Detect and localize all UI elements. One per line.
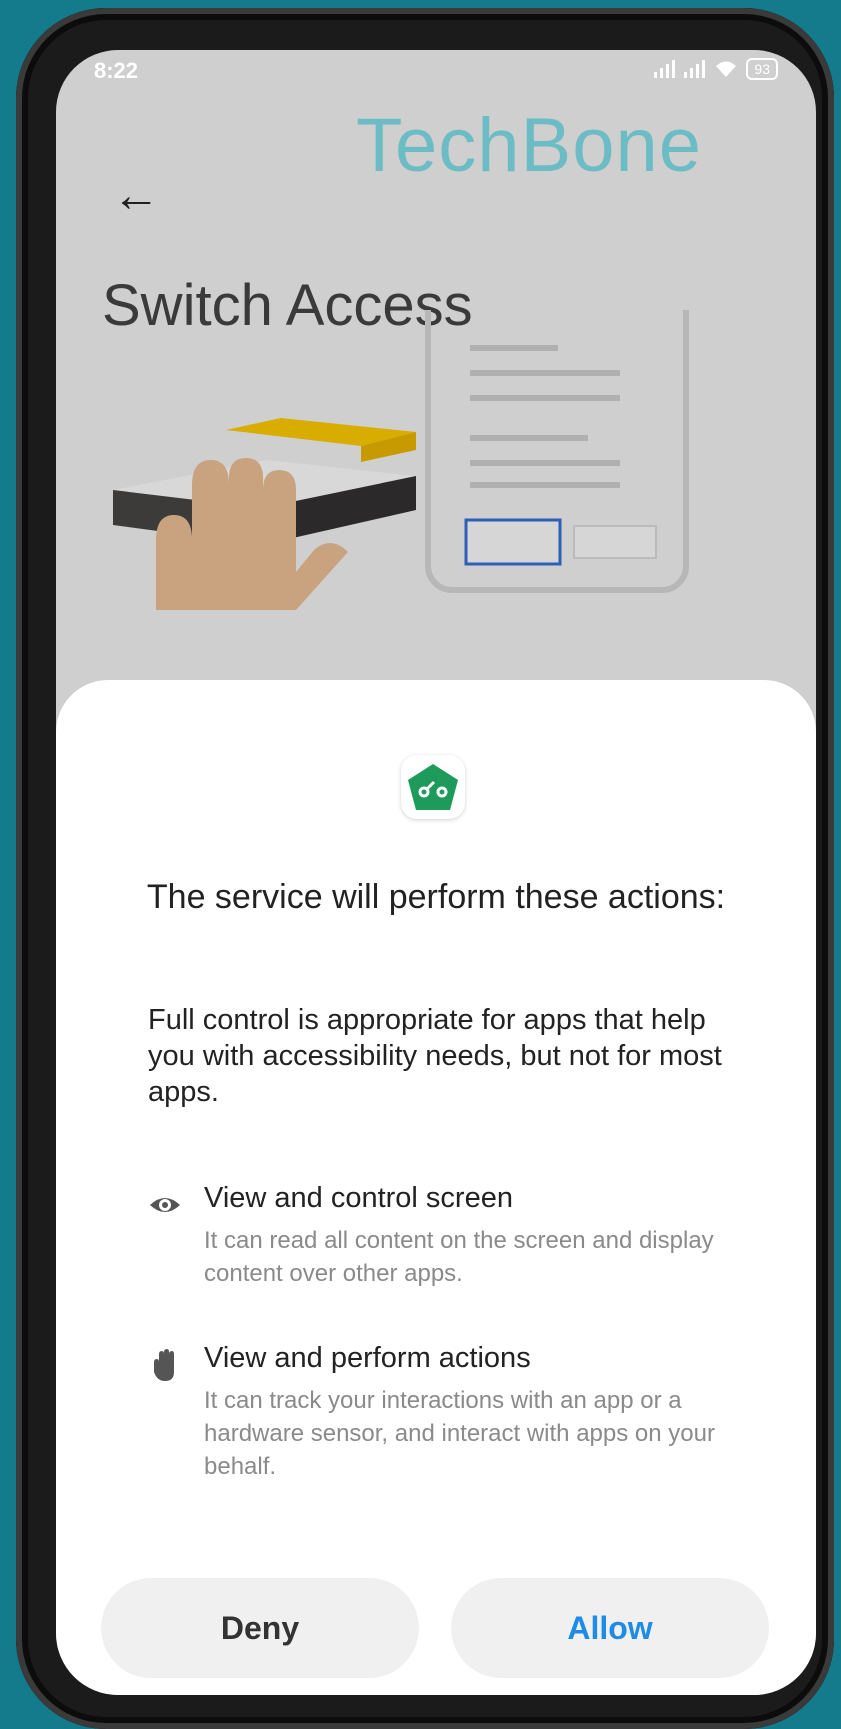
signal-icon [684,60,706,78]
screen: 8:22 93 TechBone ← Switch Access The ser… [56,50,816,1695]
signal-icon [654,60,676,78]
status-bar: 8:22 93 [56,50,816,90]
switch-access-app-icon [408,764,458,810]
permission-title: View and control screen [204,1182,513,1214]
switch-access-illustration [113,310,689,610]
status-icons: 93 [654,58,778,80]
battery-icon: 93 [746,58,778,80]
hand-icon [154,1349,174,1381]
deny-button[interactable]: Deny [101,1578,419,1678]
status-time: 8:22 [94,58,139,83]
allow-button[interactable]: Allow [451,1578,769,1678]
permission-description: It can track your interactions with an a… [204,1387,715,1480]
permission-title: View and perform actions [204,1342,531,1374]
back-arrow-icon[interactable]: ← [112,172,160,220]
eye-icon [150,1198,180,1212]
dialog-description: Full control is appropriate for apps tha… [148,1004,722,1108]
app-icon [401,755,465,819]
permission-description: It can read all content on the screen an… [204,1227,714,1287]
dialog-title: The service will perform these actions: [146,878,726,916]
watermark: TechBone [356,103,703,188]
wifi-icon [716,61,737,77]
permission-dialog: The service will perform these actions: … [56,680,816,1695]
